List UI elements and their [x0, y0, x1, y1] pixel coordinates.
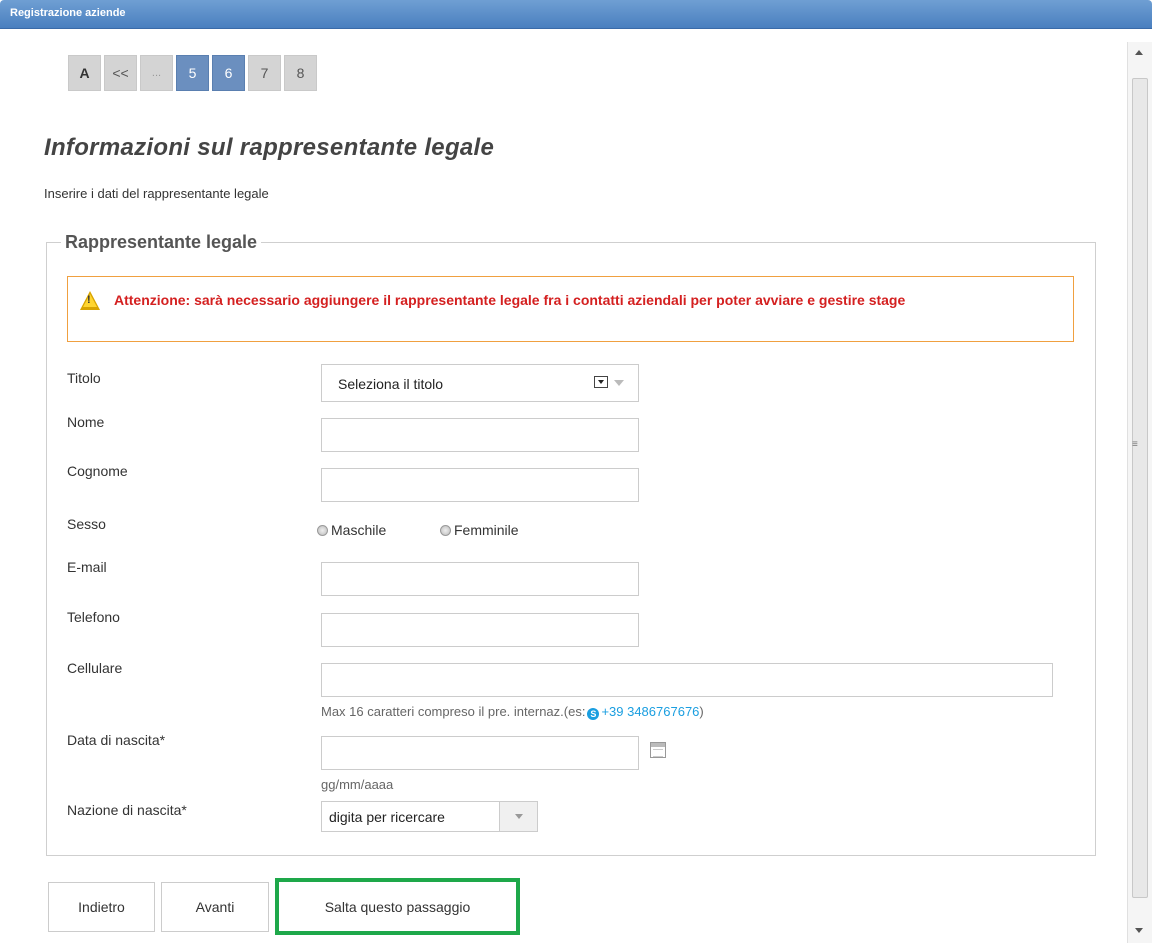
radio-femminile[interactable]: Femminile: [440, 522, 519, 538]
pager-first[interactable]: A: [68, 55, 101, 91]
nome-input[interactable]: [321, 418, 639, 452]
radio-maschile-label: Maschile: [331, 522, 387, 538]
cellulare-hint-end: ): [699, 704, 704, 719]
nazione-nascita-label: Nazione di nascita*: [67, 802, 187, 818]
pager-step-8[interactable]: 8: [284, 55, 317, 91]
select-dropdown-icon[interactable]: [594, 376, 608, 388]
nome-label: Nome: [67, 414, 105, 430]
titolo-select[interactable]: Seleziona il titolo: [321, 364, 639, 402]
pager-ellipsis[interactable]: ...: [140, 55, 173, 91]
email-input[interactable]: [321, 562, 639, 596]
warning-exclamation-icon: !: [87, 294, 91, 306]
combo-dropdown-chevron-icon[interactable]: [499, 802, 537, 831]
radio-femminile-label: Femminile: [454, 522, 519, 538]
scroll-grip-icon: ≡: [1132, 439, 1138, 450]
sesso-label: Sesso: [67, 516, 106, 532]
cellulare-label: Cellulare: [67, 660, 123, 676]
pager-prev[interactable]: <<: [104, 55, 137, 91]
back-button[interactable]: Indietro: [48, 882, 155, 932]
data-nascita-label: Data di nascita*: [67, 732, 166, 748]
step-pager: A << ... 5 6 7 8: [68, 55, 317, 91]
scroll-up-arrow-icon[interactable]: [1135, 50, 1143, 55]
page-intro: Inserire i dati del rappresentante legal…: [44, 186, 269, 201]
vertical-scrollbar[interactable]: ≡: [1127, 42, 1152, 943]
calendar-icon[interactable]: [650, 742, 666, 758]
scroll-thumb[interactable]: [1132, 78, 1148, 898]
pager-step-6[interactable]: 6: [212, 55, 245, 91]
warning-text: Attenzione: sarà necessario aggiungere i…: [114, 292, 906, 308]
cognome-label: Cognome: [67, 463, 128, 479]
telefono-input[interactable]: [321, 613, 639, 647]
data-nascita-input[interactable]: [321, 736, 639, 770]
skip-button-highlight: [275, 878, 520, 935]
window-titlebar: Registrazione aziende: [0, 0, 1152, 29]
window-title: Registrazione aziende: [10, 7, 126, 19]
radio-button-icon[interactable]: [440, 524, 451, 536]
cognome-input[interactable]: [321, 468, 639, 502]
warning-box: ! Attenzione: sarà necessario aggiungere…: [67, 276, 1074, 342]
next-button[interactable]: Avanti: [161, 882, 269, 932]
radio-maschile[interactable]: Maschile: [317, 522, 386, 538]
radio-button-icon[interactable]: [317, 524, 328, 536]
cellulare-input[interactable]: [321, 663, 1053, 697]
cellulare-hint-text: Max 16 caratteri compreso il pre. intern…: [321, 704, 586, 719]
titolo-label: Titolo: [67, 370, 101, 386]
nazione-nascita-value: digita per ricercare: [329, 809, 445, 825]
skype-icon: S: [587, 708, 600, 720]
pager-step-5[interactable]: 5: [176, 55, 209, 91]
email-label: E-mail: [67, 559, 107, 575]
pager-step-7[interactable]: 7: [248, 55, 281, 91]
titolo-select-value: Seleziona il titolo: [338, 376, 444, 392]
data-nascita-hint: gg/mm/aaaa: [321, 777, 394, 792]
page-title: Informazioni sul rappresentante legale: [44, 134, 495, 161]
scroll-down-arrow-icon[interactable]: [1135, 928, 1143, 933]
telefono-label: Telefono: [67, 609, 120, 625]
chevron-down-icon: [614, 380, 624, 386]
example-phone-link[interactable]: +39 3486767676: [601, 704, 699, 719]
cellulare-hint: Max 16 caratteri compreso il pre. intern…: [321, 704, 704, 720]
fieldset-legend: Rappresentante legale: [65, 232, 258, 252]
nazione-nascita-combobox[interactable]: digita per ricercare: [321, 801, 538, 832]
